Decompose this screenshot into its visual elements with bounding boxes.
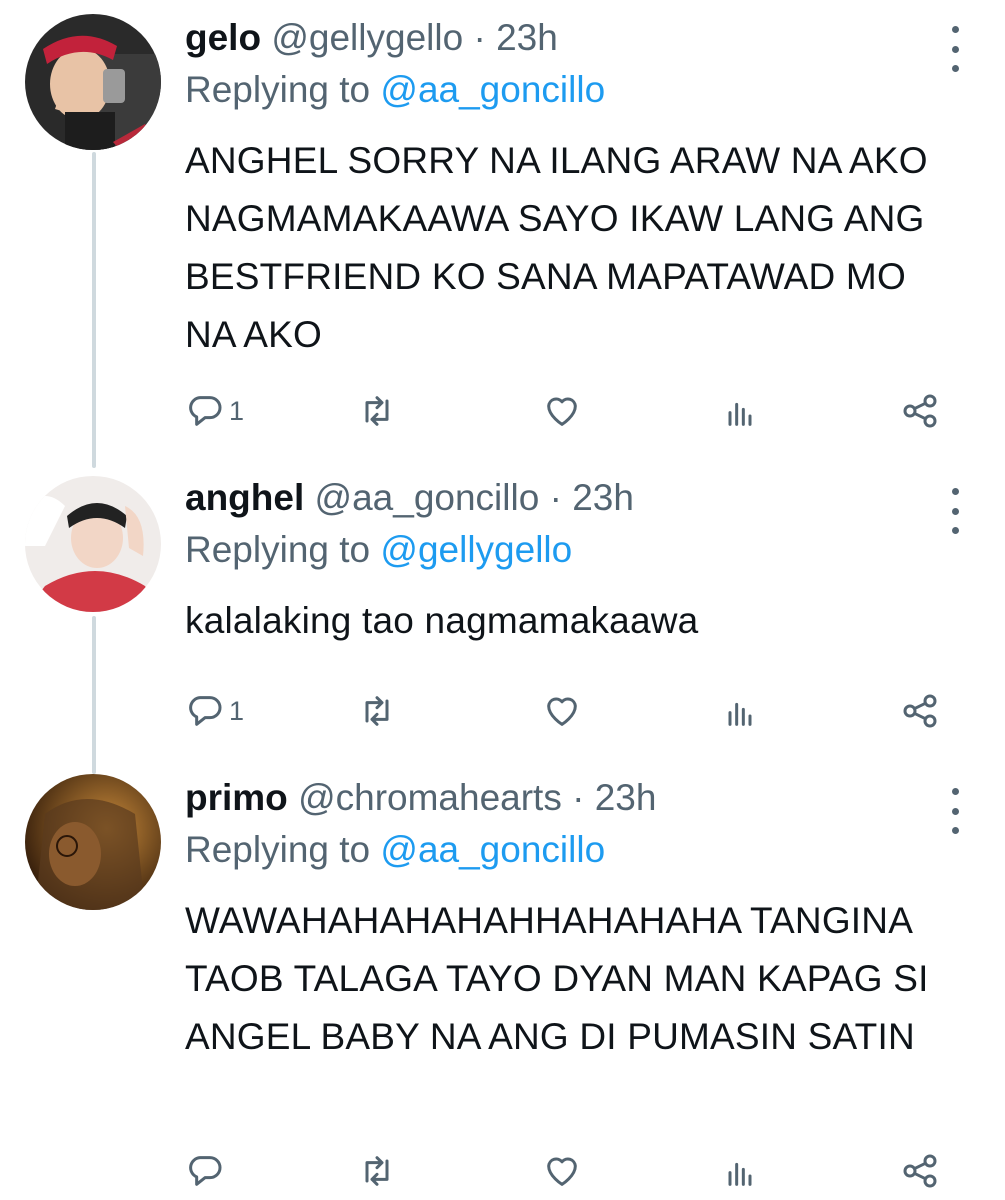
tweet[interactable]: primo @chromahearts · 23h Replying to @a…: [0, 774, 1005, 1200]
tweet-actions: [185, 1146, 955, 1196]
avatar[interactable]: [25, 476, 161, 612]
heart-icon: [547, 1157, 577, 1186]
avatar-image: [25, 476, 161, 612]
share-button[interactable]: [900, 686, 940, 736]
heart-icon: [547, 697, 577, 726]
share-icon: [903, 694, 937, 728]
reply-button[interactable]: 1: [185, 386, 244, 436]
avatar-image: [25, 14, 161, 150]
reply-button[interactable]: [185, 1146, 229, 1196]
share-icon: [903, 1154, 937, 1188]
timestamp[interactable]: 23h: [572, 477, 634, 518]
timestamp[interactable]: 23h: [595, 777, 657, 818]
retweet-icon: [365, 696, 389, 726]
reply-count: 1: [229, 695, 245, 726]
reply-count: 1: [229, 395, 245, 426]
like-button[interactable]: [542, 686, 582, 736]
tweet[interactable]: gelo @gellygello · 23h Replying to @aa_g…: [0, 14, 1005, 454]
share-button[interactable]: [900, 386, 940, 436]
replying-to-mention[interactable]: @gellygello: [380, 529, 572, 570]
views-icon: [728, 702, 752, 726]
tweet-text: WAWAHAHAHAHAHHAHAHAHA TANGINA TAOB TALAG…: [185, 900, 929, 1057]
avatar-image: [25, 774, 161, 910]
reply-icon: [189, 396, 222, 426]
reply-icon: [189, 1156, 222, 1186]
display-name[interactable]: anghel: [185, 477, 304, 518]
share-icon: [903, 394, 937, 428]
tweet-header: gelo @gellygello · 23h: [185, 14, 945, 62]
display-name[interactable]: gelo: [185, 17, 261, 58]
reply-button[interactable]: 1: [185, 686, 244, 736]
avatar[interactable]: [25, 774, 161, 910]
reply-icon: [189, 696, 222, 726]
views-button[interactable]: [720, 1146, 760, 1196]
replying-to-mention[interactable]: @aa_goncillo: [380, 69, 605, 110]
more-icon[interactable]: [945, 26, 965, 72]
replying-to-label: Replying to: [185, 829, 371, 870]
views-button[interactable]: [720, 386, 760, 436]
replying-to-label: Replying to: [185, 69, 371, 110]
like-button[interactable]: [542, 1146, 582, 1196]
tweet-header: anghel @aa_goncillo · 23h: [185, 474, 945, 522]
retweet-button[interactable]: [357, 386, 397, 436]
more-icon[interactable]: [945, 788, 965, 834]
user-handle[interactable]: @gellygello: [271, 17, 463, 58]
timestamp[interactable]: 23h: [496, 17, 558, 58]
share-button[interactable]: [900, 1146, 940, 1196]
views-button[interactable]: [720, 686, 760, 736]
replying-to: Replying to @gellygello: [185, 526, 945, 574]
user-handle[interactable]: @chromahearts: [298, 777, 562, 818]
separator: ·: [473, 17, 486, 58]
replying-to-label: Replying to: [185, 529, 371, 570]
views-icon: [728, 402, 752, 426]
tweet-actions: 1: [185, 386, 955, 436]
tweet-text: ANGHEL SORRY NA ILANG ARAW NA AKO NAGMAM…: [185, 140, 928, 355]
replying-to-mention[interactable]: @aa_goncillo: [380, 829, 605, 870]
display-name[interactable]: primo: [185, 777, 288, 818]
user-handle[interactable]: @aa_goncillo: [315, 477, 540, 518]
retweet-icon: [365, 396, 389, 426]
views-icon: [728, 1162, 752, 1186]
like-button[interactable]: [542, 386, 582, 436]
retweet-icon: [365, 1156, 389, 1186]
replying-to: Replying to @aa_goncillo: [185, 66, 945, 114]
retweet-button[interactable]: [357, 686, 397, 736]
tweet-header: primo @chromahearts · 23h: [185, 774, 945, 822]
retweet-button[interactable]: [357, 1146, 397, 1196]
tweet-text: kalalaking tao nagmamakaawa: [185, 600, 699, 641]
avatar[interactable]: [25, 14, 161, 150]
heart-icon: [547, 397, 577, 426]
more-icon[interactable]: [945, 488, 965, 534]
tweet-actions: 1: [185, 686, 955, 736]
separator: ·: [572, 777, 585, 818]
separator: ·: [549, 477, 562, 518]
tweet[interactable]: anghel @aa_goncillo · 23h Replying to @g…: [0, 474, 1005, 764]
replying-to: Replying to @aa_goncillo: [185, 826, 945, 874]
